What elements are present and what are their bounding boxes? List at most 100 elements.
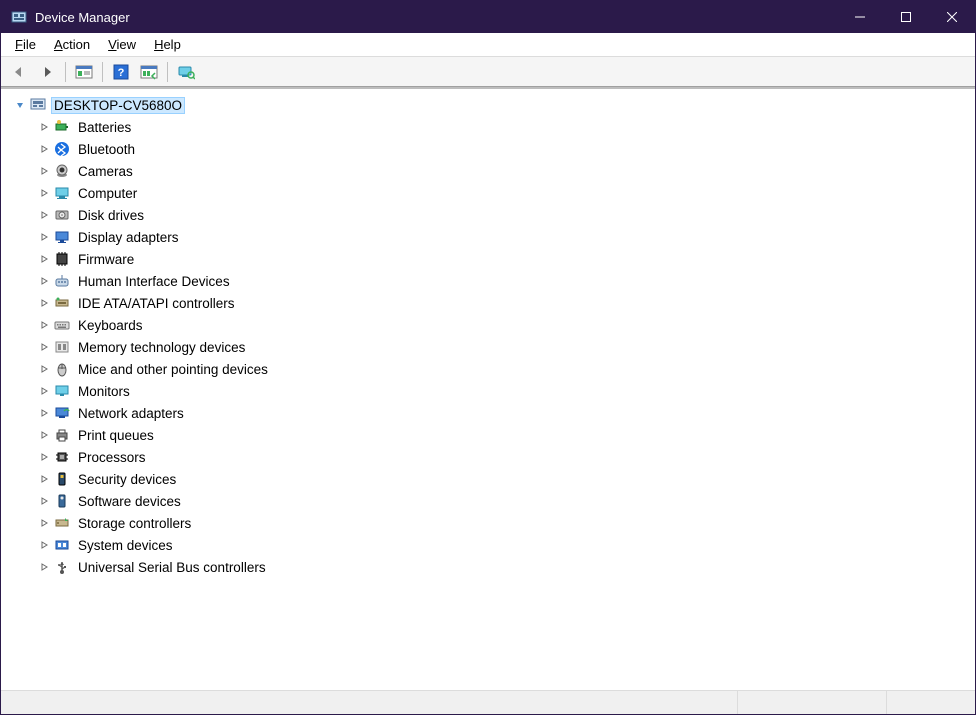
expander-closed-icon[interactable] <box>37 186 51 200</box>
tree-category[interactable]: Software devices <box>1 490 975 512</box>
tree-category-label: Display adapters <box>75 229 182 246</box>
toolbar-help-button[interactable]: ? <box>109 60 133 84</box>
bluetooth-icon <box>53 140 71 158</box>
expander-closed-icon[interactable] <box>37 274 51 288</box>
expander-closed-icon[interactable] <box>37 296 51 310</box>
expander-closed-icon[interactable] <box>37 230 51 244</box>
tree-category[interactable]: Security devices <box>1 468 975 490</box>
expander-closed-icon[interactable] <box>37 560 51 574</box>
expander-closed-icon[interactable] <box>37 538 51 552</box>
toolbar-separator <box>167 62 168 82</box>
memory-icon <box>53 338 71 356</box>
security-icon <box>53 470 71 488</box>
tree-category-label: Memory technology devices <box>75 339 248 356</box>
expander-closed-icon[interactable] <box>37 384 51 398</box>
keyboard-icon <box>53 316 71 334</box>
tree-category-label: Universal Serial Bus controllers <box>75 559 269 576</box>
printer-icon <box>53 426 71 444</box>
menu-action[interactable]: Action <box>46 35 98 54</box>
tree-root[interactable]: DESKTOP-CV5680O <box>1 94 975 116</box>
tree-category[interactable]: IDE ATA/ATAPI controllers <box>1 292 975 314</box>
firmware-icon <box>53 250 71 268</box>
statusbar <box>1 690 975 714</box>
toolbar-separator <box>102 62 103 82</box>
tree-category[interactable]: Memory technology devices <box>1 336 975 358</box>
toolbar-properties-button[interactable] <box>137 60 161 84</box>
expander-closed-icon[interactable] <box>37 318 51 332</box>
network-icon <box>53 404 71 422</box>
tree-category[interactable]: Batteries <box>1 116 975 138</box>
tree-category[interactable]: Bluetooth <box>1 138 975 160</box>
tree-category-label: Cameras <box>75 163 136 180</box>
expander-closed-icon[interactable] <box>37 494 51 508</box>
expander-closed-icon[interactable] <box>37 450 51 464</box>
app-icon <box>11 9 27 25</box>
tree-category[interactable]: Processors <box>1 446 975 468</box>
display-icon <box>53 228 71 246</box>
tree-root-label: DESKTOP-CV5680O <box>51 97 185 114</box>
toolbar-show-hide-tree-button[interactable] <box>72 60 96 84</box>
tree-category[interactable]: Print queues <box>1 424 975 446</box>
expander-closed-icon[interactable] <box>37 208 51 222</box>
maximize-button[interactable] <box>883 1 929 33</box>
tree-category[interactable]: System devices <box>1 534 975 556</box>
expander-open-icon[interactable] <box>13 98 27 112</box>
tree-category-label: Storage controllers <box>75 515 194 532</box>
device-tree[interactable]: DESKTOP-CV5680O Batteries Bluetooth Camera… <box>1 87 975 690</box>
toolbar-scan-hardware-button[interactable] <box>174 60 198 84</box>
tree-category-label: Mice and other pointing devices <box>75 361 271 378</box>
tree-category[interactable]: Universal Serial Bus controllers <box>1 556 975 578</box>
titlebar: Device Manager <box>1 1 975 33</box>
expander-closed-icon[interactable] <box>37 340 51 354</box>
expander-closed-icon[interactable] <box>37 362 51 376</box>
toolbar-separator <box>65 62 66 82</box>
menu-help[interactable]: Help <box>146 35 189 54</box>
tree-category[interactable]: Keyboards <box>1 314 975 336</box>
expander-closed-icon[interactable] <box>37 164 51 178</box>
minimize-button[interactable] <box>837 1 883 33</box>
tree-category[interactable]: Storage controllers <box>1 512 975 534</box>
toolbar-back-button[interactable] <box>7 60 31 84</box>
expander-closed-icon[interactable] <box>37 472 51 486</box>
tree-category-label: Software devices <box>75 493 184 510</box>
tree-category-label: Network adapters <box>75 405 187 422</box>
tree-category[interactable]: Disk drives <box>1 204 975 226</box>
tree-category[interactable]: Monitors <box>1 380 975 402</box>
tree-category[interactable]: Computer <box>1 182 975 204</box>
tree-category[interactable]: Mice and other pointing devices <box>1 358 975 380</box>
status-segment <box>886 691 975 714</box>
tree-category-label: Bluetooth <box>75 141 138 158</box>
tree-category-label: Security devices <box>75 471 179 488</box>
tree-category-label: Monitors <box>75 383 133 400</box>
expander-closed-icon[interactable] <box>37 406 51 420</box>
monitor-icon <box>53 382 71 400</box>
tree-category[interactable]: Firmware <box>1 248 975 270</box>
status-segment <box>737 691 885 714</box>
mouse-icon <box>53 360 71 378</box>
close-button[interactable] <box>929 1 975 33</box>
menu-view[interactable]: View <box>100 35 144 54</box>
storage-icon <box>53 514 71 532</box>
menu-file[interactable]: File <box>7 35 44 54</box>
tree-category-label: Print queues <box>75 427 157 444</box>
expander-closed-icon[interactable] <box>37 120 51 134</box>
expander-closed-icon[interactable] <box>37 428 51 442</box>
tree-category[interactable]: Network adapters <box>1 402 975 424</box>
tree-category-label: Computer <box>75 185 140 202</box>
status-segment <box>1 691 737 714</box>
tree-category-label: Keyboards <box>75 317 146 334</box>
tree-category-label: Human Interface Devices <box>75 273 233 290</box>
expander-closed-icon[interactable] <box>37 252 51 266</box>
svg-text:?: ? <box>118 67 125 79</box>
tree-category[interactable]: Display adapters <box>1 226 975 248</box>
software-icon <box>53 492 71 510</box>
menubar: File Action View Help <box>1 33 975 57</box>
device-manager-window: Device Manager File Action View Help <box>0 0 976 715</box>
tree-category-label: System devices <box>75 537 176 554</box>
expander-closed-icon[interactable] <box>37 142 51 156</box>
tree-category[interactable]: Human Interface Devices <box>1 270 975 292</box>
expander-closed-icon[interactable] <box>37 516 51 530</box>
computer-root-icon <box>29 96 47 114</box>
tree-category[interactable]: Cameras <box>1 160 975 182</box>
toolbar-forward-button[interactable] <box>35 60 59 84</box>
